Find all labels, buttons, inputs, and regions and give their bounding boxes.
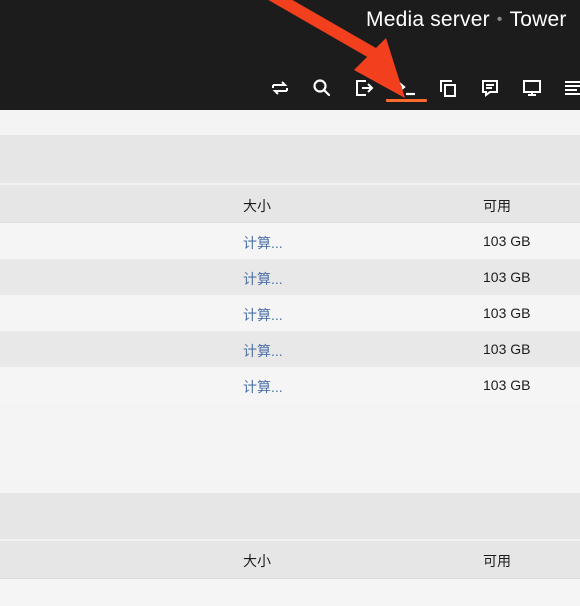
- search-icon[interactable]: [310, 76, 334, 100]
- size-cell: 计算...: [243, 379, 283, 395]
- column-header-available[interactable]: 可用: [483, 551, 511, 571]
- table-row[interactable]: 计算... 103 GB: [0, 367, 580, 403]
- table-row[interactable]: 计算... 103 GB: [0, 331, 580, 367]
- table-header: 大小 可用: [0, 541, 580, 579]
- refresh-icon[interactable]: [268, 76, 292, 100]
- available-cell: 103 GB: [483, 341, 531, 357]
- column-header-available[interactable]: 可用: [483, 196, 511, 216]
- table-header: 大小 可用: [0, 185, 580, 223]
- available-cell: 103 GB: [483, 233, 531, 249]
- title-separator: •: [496, 11, 503, 28]
- list-icon[interactable]: [562, 76, 580, 100]
- table-row[interactable]: 计算... 103 GB: [0, 223, 580, 259]
- message-icon[interactable]: [478, 76, 502, 100]
- column-header-size[interactable]: 大小: [243, 551, 271, 571]
- available-cell: 103 GB: [483, 377, 531, 393]
- table-row[interactable]: 计算... 103 GB: [0, 295, 580, 331]
- size-cell: 计算...: [243, 307, 283, 323]
- available-cell: 103 GB: [483, 269, 531, 285]
- size-cell: 计算...: [243, 235, 283, 251]
- section-header: [0, 136, 580, 183]
- table-row[interactable]: [0, 579, 580, 606]
- monitor-icon[interactable]: [520, 76, 544, 100]
- column-header-size[interactable]: 大小: [243, 196, 271, 216]
- section-header: [0, 493, 580, 539]
- size-cell: 计算...: [243, 271, 283, 287]
- table-row[interactable]: 计算... 103 GB: [0, 259, 580, 295]
- section-spacer: [0, 110, 580, 136]
- terminal-icon[interactable]: [394, 76, 418, 100]
- top-bar: Media server • Tower: [0, 0, 580, 110]
- active-tab-indicator: [386, 99, 427, 102]
- empty-area: [0, 403, 580, 493]
- available-cell: 103 GB: [483, 305, 531, 321]
- server-name: Media server: [366, 8, 490, 31]
- copy-window-icon[interactable]: [436, 76, 460, 100]
- logout-icon[interactable]: [352, 76, 376, 100]
- size-cell: 计算...: [243, 343, 283, 359]
- server-host: Tower: [509, 8, 567, 31]
- server-title: Media server • Tower: [366, 8, 567, 32]
